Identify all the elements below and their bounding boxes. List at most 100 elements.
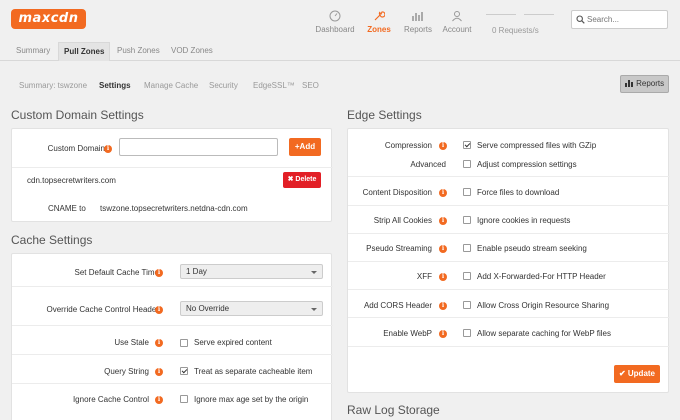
ignore-cache-control-text: Ignore max age set by the origin xyxy=(194,395,309,404)
info-icon[interactable]: i xyxy=(439,302,447,310)
custom-domain-panel: Custom Domains i +Add cdn.topsecretwrite… xyxy=(11,128,333,222)
compression-text: Serve compressed files with GZip xyxy=(477,141,597,150)
update-button[interactable]: ✔ Update xyxy=(614,365,660,383)
nav-account[interactable]: Account xyxy=(441,10,473,34)
maxcdn-logo[interactable]: maxcdn xyxy=(11,9,86,29)
info-icon[interactable]: i xyxy=(439,330,447,338)
info-icon[interactable]: i xyxy=(439,189,447,197)
content-disposition-label: Content Disposition xyxy=(362,188,432,197)
xff-text: Add X-Forwarded-For HTTP Header xyxy=(477,272,606,281)
advanced-compression-checkbox[interactable] xyxy=(463,160,471,168)
chevron-down-icon xyxy=(311,308,317,311)
override-cache-label: Override Cache Control Header xyxy=(46,305,160,314)
cors-header-text: Allow Cross Origin Resource Sharing xyxy=(477,301,610,310)
row-divider xyxy=(12,354,333,355)
user-icon xyxy=(452,11,462,22)
use-stale-text: Serve expired content xyxy=(194,338,272,347)
tab-push-zones[interactable]: Push Zones xyxy=(117,46,160,55)
row-divider xyxy=(348,261,670,262)
info-icon[interactable]: i xyxy=(104,145,112,153)
dashboard-icon xyxy=(329,10,341,22)
info-icon[interactable]: i xyxy=(439,217,447,225)
add-domain-button[interactable]: +Add xyxy=(289,138,321,156)
info-icon[interactable]: i xyxy=(155,306,163,314)
info-icon[interactable]: i xyxy=(439,142,447,150)
nav-reports[interactable]: Reports xyxy=(403,10,433,34)
default-cache-time-value: 1 Day xyxy=(186,267,207,276)
row-divider xyxy=(12,383,333,384)
row-divider xyxy=(12,325,333,326)
reports-button-label: Reports xyxy=(636,79,665,88)
nav-zones[interactable]: Zones xyxy=(366,10,392,34)
subtab-summary[interactable]: Summary: tswzone xyxy=(19,81,87,90)
use-stale-checkbox[interactable] xyxy=(180,339,188,347)
cors-header-checkbox[interactable] xyxy=(463,301,471,309)
reports-button[interactable]: Reports xyxy=(620,75,669,93)
compression-checkbox[interactable] xyxy=(463,141,471,149)
zone-tabs: Summary Pull Zones Push Zones VOD Zones xyxy=(0,42,680,61)
nav-zones-label: Zones xyxy=(367,25,391,34)
subtab-edgessl[interactable]: EdgeSSL™ xyxy=(253,81,295,90)
row-divider xyxy=(348,233,670,234)
cname-value: tswzone.topsecretwriters.netdna-cdn.com xyxy=(100,204,248,213)
ignore-cache-control-checkbox[interactable] xyxy=(180,395,188,403)
default-cache-time-select[interactable]: 1 Day xyxy=(180,264,323,279)
edge-settings-panel: Compression i Serve compressed files wit… xyxy=(347,128,670,393)
custom-domain-input[interactable] xyxy=(119,138,278,156)
query-string-checkbox[interactable] xyxy=(180,367,188,375)
subtab-manage-cache[interactable]: Manage Cache xyxy=(144,81,198,90)
nav-dashboard[interactable]: Dashboard xyxy=(315,10,355,34)
info-icon[interactable]: i xyxy=(155,368,163,376)
edge-settings-title: Edge Settings xyxy=(347,108,422,122)
cache-settings-panel: Set Default Cache Time i 1 Day Override … xyxy=(11,253,333,420)
tab-pull-zones[interactable]: Pull Zones xyxy=(58,42,111,61)
tab-vod-zones[interactable]: VOD Zones xyxy=(171,46,213,55)
requests-counter: 0 Requests/s xyxy=(492,26,539,35)
requests-sparkline-right xyxy=(524,14,554,15)
subtab-seo[interactable]: SEO xyxy=(302,81,319,90)
content-disposition-text: Force files to download xyxy=(477,188,560,197)
info-icon[interactable]: i xyxy=(439,273,447,281)
subtab-settings[interactable]: Settings xyxy=(99,81,131,90)
cname-label: CNAME to xyxy=(48,204,86,213)
override-cache-select[interactable]: No Override xyxy=(180,301,323,316)
xff-checkbox[interactable] xyxy=(463,272,471,280)
strip-cookies-text: Ignore cookies in requests xyxy=(477,216,571,225)
search-input[interactable] xyxy=(587,13,665,26)
cache-settings-title: Cache Settings xyxy=(11,233,93,247)
pseudo-streaming-label: Pseudo Streaming xyxy=(366,244,432,253)
info-icon[interactable]: i xyxy=(155,269,163,277)
row-divider xyxy=(12,167,333,168)
top-bar: maxcdn Dashboard Zones Reports Account 0… xyxy=(0,0,680,42)
ignore-cache-control-label: Ignore Cache Control xyxy=(72,395,149,404)
row-divider xyxy=(348,289,670,290)
info-icon[interactable]: i xyxy=(439,245,447,253)
info-icon[interactable]: i xyxy=(155,339,163,347)
domain-name: cdn.topsecretwriters.com xyxy=(27,176,116,185)
search-box[interactable] xyxy=(571,10,668,29)
override-cache-value: No Override xyxy=(186,304,230,313)
info-icon[interactable]: i xyxy=(155,396,163,404)
subtab-security[interactable]: Security xyxy=(209,81,238,90)
delete-domain-button[interactable]: ✖ Delete xyxy=(283,172,321,188)
cors-header-label: Add CORS Header xyxy=(363,301,432,310)
enable-webp-text: Allow separate caching for WebP files xyxy=(477,329,611,338)
content-disposition-checkbox[interactable] xyxy=(463,188,471,196)
advanced-compression-label: Advanced xyxy=(410,160,446,169)
compression-label: Compression xyxy=(384,141,432,150)
strip-cookies-checkbox[interactable] xyxy=(463,216,471,224)
tab-summary[interactable]: Summary xyxy=(16,46,50,55)
row-divider xyxy=(348,176,670,177)
nav-reports-label: Reports xyxy=(403,25,432,34)
chevron-down-icon xyxy=(311,271,317,274)
advanced-compression-text: Adjust compression settings xyxy=(477,160,577,169)
custom-domains-label: Custom Domains xyxy=(47,144,109,153)
nav-dashboard-label: Dashboard xyxy=(315,25,355,34)
enable-webp-checkbox[interactable] xyxy=(463,329,471,337)
pseudo-streaming-checkbox[interactable] xyxy=(463,244,471,252)
row-divider xyxy=(12,286,333,287)
xff-label: XFF xyxy=(416,272,432,281)
strip-cookies-label: Strip All Cookies xyxy=(373,216,432,225)
use-stale-label: Use Stale xyxy=(114,338,149,347)
raw-log-storage-title: Raw Log Storage xyxy=(347,403,440,417)
